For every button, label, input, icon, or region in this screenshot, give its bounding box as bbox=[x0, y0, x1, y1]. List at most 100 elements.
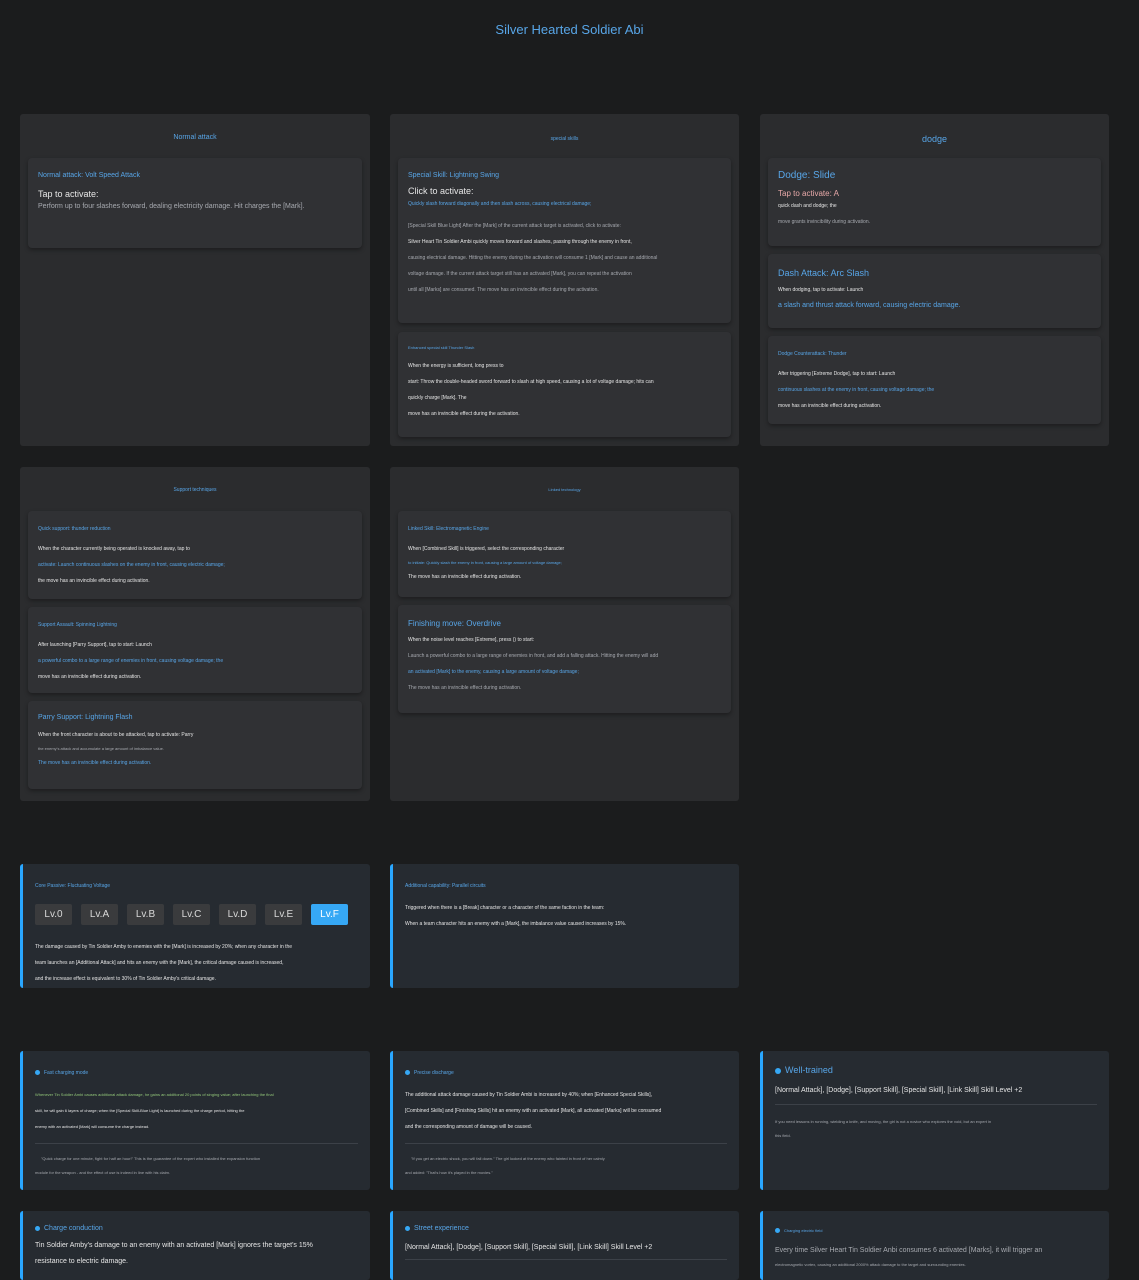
divider bbox=[775, 1104, 1097, 1105]
talent-desc: enemy with an activated [Mark] will cons… bbox=[35, 1124, 150, 1129]
skill-description: Silver Heart Tin Soldier Ambi quickly mo… bbox=[408, 239, 632, 245]
skill-description: continuous slashes at the enemy in front… bbox=[778, 387, 935, 393]
bullet-dot-icon bbox=[775, 1228, 780, 1234]
skill-description: Quickly slash forward diagonally and the… bbox=[408, 201, 592, 207]
skill-description: move has an invincible effect during act… bbox=[778, 403, 882, 409]
skill-title: Dash Attack: Arc Slash bbox=[778, 268, 870, 278]
level-selector: Lv.0 Lv.A Lv.B Lv.C Lv.D Lv.E Lv.F bbox=[35, 904, 358, 925]
talent-desc: resistance to electric damage. bbox=[35, 1258, 128, 1265]
skill-activation: Tap to activate: A bbox=[778, 189, 839, 198]
skill-description: move grants invincibility during activat… bbox=[778, 219, 870, 225]
skill-card-overdrive: Finishing move: Overdrive When the noise… bbox=[398, 605, 731, 713]
talent-title-text: Fast charging mode bbox=[44, 1070, 89, 1076]
skill-title: Dodge: Slide bbox=[778, 170, 836, 181]
core-passive-desc: team launches an [Additional Attack] and… bbox=[35, 960, 284, 966]
skill-description: When the character currently being opera… bbox=[38, 546, 190, 552]
skill-description: After triggering [Extreme Dodge], tap to… bbox=[778, 371, 896, 377]
additional-capability-desc: When a team character hits an enemy with… bbox=[405, 921, 627, 927]
skill-activation: Tap to activate: bbox=[38, 189, 99, 199]
core-passive-title: Core Passive: Fluctuating Voltage bbox=[35, 883, 111, 889]
skill-description: a powerful combo to a large range of ene… bbox=[38, 658, 224, 664]
talent-desc: [Normal Attack], [Dodge], [Support Skill… bbox=[405, 1244, 653, 1251]
skill-description: move has an invincible effect during the… bbox=[408, 411, 520, 417]
skill-title: Quick support: thunder reduction bbox=[38, 526, 111, 532]
skill-description: quick dash and dodge; the bbox=[778, 203, 837, 209]
talent-well-trained: Well-trained [Normal Attack], [Dodge], [… bbox=[760, 1051, 1109, 1190]
skill-title: Enhanced special skill Thunder Slash bbox=[408, 345, 475, 350]
skill-description: the enemy's attack and accumulate a larg… bbox=[38, 746, 164, 751]
level-button-lv-a[interactable]: Lv.A bbox=[81, 904, 118, 925]
level-button-lv-d[interactable]: Lv.D bbox=[219, 904, 256, 925]
talent-desc: Whenever Tin Soldier Ambi causes additio… bbox=[35, 1092, 274, 1097]
talent-desc: [Combined Skills] and [Finishing Skills]… bbox=[405, 1108, 662, 1114]
skill-description: [Special Skill Blue Light] After the [Ma… bbox=[408, 223, 621, 229]
skill-card-slide: Dodge: Slide Tap to activate: A quick da… bbox=[768, 158, 1101, 246]
skill-description: voltage damage. If the current attack ta… bbox=[408, 271, 632, 277]
talent-quote: this field. bbox=[775, 1133, 791, 1138]
level-button-lv-b[interactable]: Lv.B bbox=[127, 904, 164, 925]
talent-title: Charging electric field bbox=[775, 1225, 1097, 1237]
talent-charge-conduction: Charge conduction Tin Soldier Amby's dam… bbox=[20, 1211, 370, 1280]
panel-title: Linked technology bbox=[548, 487, 581, 492]
skill-activation: Click to activate: bbox=[408, 186, 474, 196]
talent-title-text: Well-trained bbox=[785, 1065, 833, 1075]
skill-description: The move has an invincible effect during… bbox=[408, 574, 522, 580]
talent-desc: electromagnetic vortex, causing an addit… bbox=[775, 1262, 966, 1267]
talent-fast-charging: Fast charging mode Whenever Tin Soldier … bbox=[20, 1051, 370, 1190]
divider bbox=[35, 1143, 358, 1144]
level-button-lv-c[interactable]: Lv.C bbox=[173, 904, 210, 925]
bullet-dot-icon bbox=[35, 1225, 40, 1231]
talent-quote: "Quick charge for one minute, fight for … bbox=[41, 1156, 261, 1161]
bullet-dot-icon bbox=[405, 1225, 410, 1231]
skill-description: the move has an invincible effect during… bbox=[38, 578, 150, 584]
skill-description: causing electrical damage. Hitting the e… bbox=[408, 255, 658, 261]
skill-description: After launching [Parry Support], tap to … bbox=[38, 642, 152, 648]
skill-card-arc-slash: Dash Attack: Arc Slash When dodging, tap… bbox=[768, 254, 1101, 328]
core-passive-desc: and the increase effect is equivalent to… bbox=[35, 976, 216, 982]
talent-title-text: Street experience bbox=[414, 1225, 469, 1232]
skill-title: Linked Skill: Electromagnetic Engine bbox=[408, 526, 489, 532]
level-button-lv-0[interactable]: Lv.0 bbox=[35, 904, 72, 925]
skill-title: Normal attack: Volt Speed Attack bbox=[38, 172, 140, 179]
talent-title-text: Charge conduction bbox=[44, 1225, 103, 1232]
panel-support-techniques: Support techniques Quick support: thunde… bbox=[20, 467, 370, 801]
talent-quote: "If you get an electric shock, you will … bbox=[411, 1156, 605, 1161]
skill-description: Perform up to four slashes forward, deal… bbox=[38, 203, 305, 210]
skill-title: Special Skill: Lightning Swing bbox=[408, 172, 500, 179]
talent-desc: The additional attack damage caused by T… bbox=[405, 1092, 653, 1098]
skill-description: quickly charge [Mark]. The bbox=[408, 395, 467, 401]
talent-title: Precise discharge bbox=[405, 1065, 727, 1081]
panel-dodge: dodge Dodge: Slide Tap to activate: A qu… bbox=[760, 114, 1109, 446]
talent-title: Fast charging mode bbox=[35, 1065, 358, 1081]
skill-description: When the front character is about to be … bbox=[38, 732, 194, 738]
panel-title: Normal attack bbox=[173, 134, 217, 141]
bullet-dot-icon bbox=[35, 1070, 40, 1076]
divider bbox=[405, 1143, 727, 1144]
skill-card-thunder-slash: Enhanced special skill Thunder Slash Whe… bbox=[398, 332, 731, 437]
panel-normal-attack: Normal attack Normal attack: Volt Speed … bbox=[20, 114, 370, 446]
skill-title: Dodge Counterattack: Thunder bbox=[778, 351, 847, 357]
skill-card-electromagnetic-engine: Linked Skill: Electromagnetic Engine Whe… bbox=[398, 511, 731, 597]
additional-capability-desc: Triggered when there is a [Break] charac… bbox=[405, 905, 605, 911]
level-button-lv-e[interactable]: Lv.E bbox=[265, 904, 302, 925]
skill-card-lightning-flash: Parry Support: Lightning Flash When the … bbox=[28, 701, 362, 789]
talent-desc: [Normal Attack], [Dodge], [Support Skill… bbox=[775, 1087, 1023, 1094]
talent-title-text: Charging electric field bbox=[784, 1228, 823, 1233]
skill-description: When dodging, tap to activate: Launch bbox=[778, 287, 864, 293]
skill-card-thunder-reduction: Quick support: thunder reduction When th… bbox=[28, 511, 362, 599]
core-passive-desc: The damage caused by Tin Soldier Amby to… bbox=[35, 944, 293, 950]
page-title: Silver Hearted Soldier Abi bbox=[495, 22, 644, 37]
skill-description: move has an invincible effect during act… bbox=[38, 674, 142, 680]
skill-card-spinning-lightning: Support Assault: Spinning Lightning Afte… bbox=[28, 607, 362, 693]
skill-description: When the noise level reaches [Extreme], … bbox=[408, 637, 535, 643]
skill-description: until all [Marks] are consumed. The move… bbox=[408, 287, 599, 293]
level-button-lv-f[interactable]: Lv.F bbox=[311, 904, 348, 925]
panel-linked-technology: Linked technology Linked Skill: Electrom… bbox=[390, 467, 739, 801]
skill-title: Finishing move: Overdrive bbox=[408, 619, 501, 628]
skill-card-lightning-swing: Special Skill: Lightning Swing Click to … bbox=[398, 158, 731, 323]
skill-description: start: Throw the double-headed sword for… bbox=[408, 379, 654, 385]
talent-precise-discharge: Precise discharge The additional attack … bbox=[390, 1051, 739, 1190]
additional-capability-card: Additional capability: Parallel circuits… bbox=[390, 864, 739, 988]
skill-title: Parry Support: Lightning Flash bbox=[38, 714, 133, 721]
panel-title: special skills bbox=[550, 136, 579, 142]
